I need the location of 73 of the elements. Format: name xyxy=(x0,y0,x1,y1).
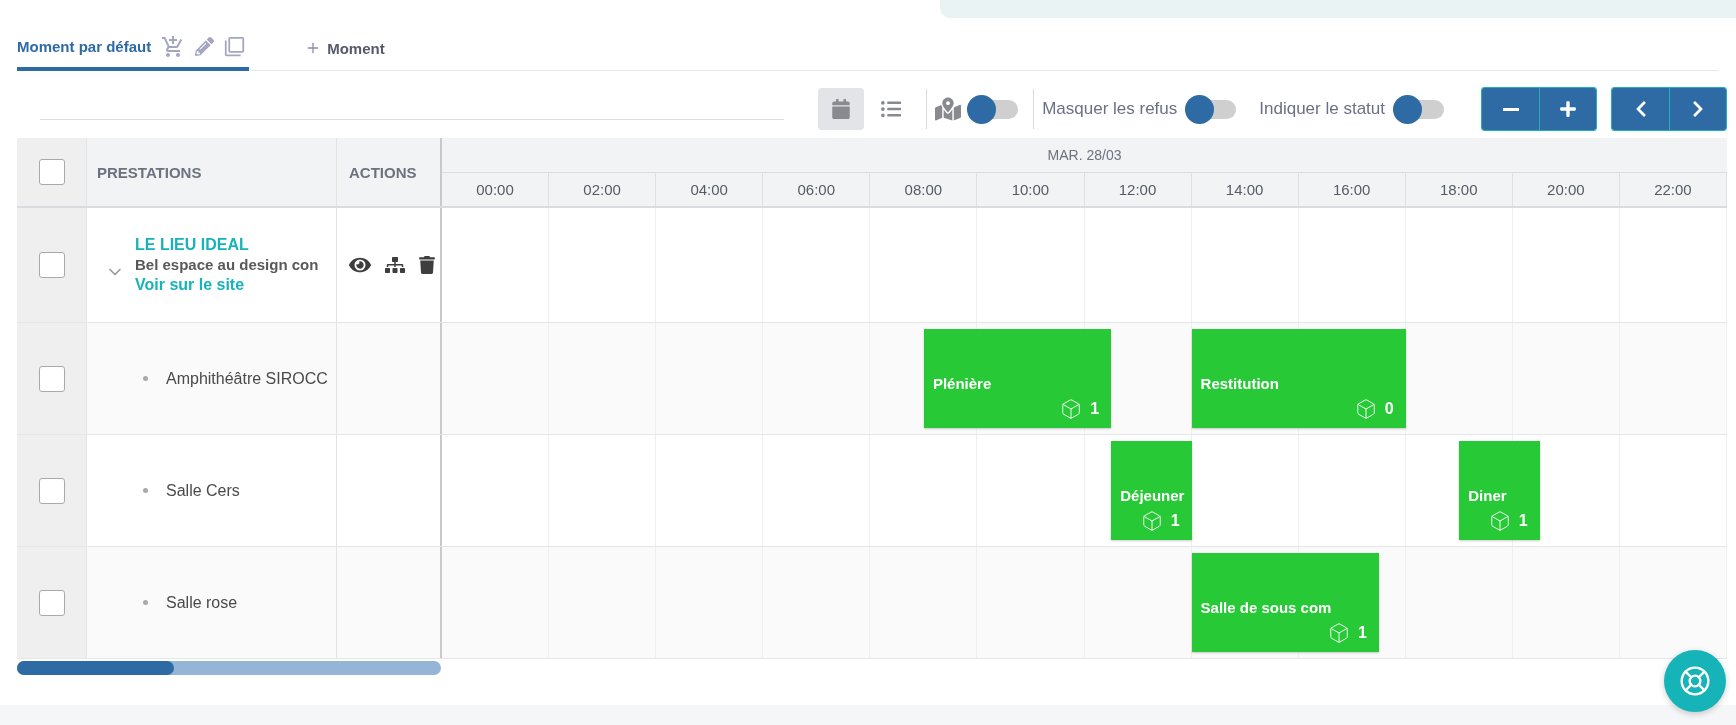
event-block[interactable]: Déjeuner 1 xyxy=(1111,441,1192,540)
next-button[interactable] xyxy=(1669,88,1726,130)
event-block[interactable]: Restitution 0 xyxy=(1191,329,1406,428)
zoom-out-button[interactable] xyxy=(1482,88,1539,130)
list-icon xyxy=(881,99,902,119)
hour-label: 10:00 xyxy=(977,173,1085,206)
venue-title: LE LIEU IDEAL xyxy=(135,235,250,255)
event-count: 0 xyxy=(1384,400,1394,418)
event-title: Salle de sous com xyxy=(1200,599,1333,616)
hierarchy-icon[interactable] xyxy=(384,255,405,275)
toggle-switch[interactable] xyxy=(1393,94,1445,124)
row-checkbox[interactable] xyxy=(38,365,65,392)
hour-label: 16:00 xyxy=(1298,173,1406,206)
event-block[interactable]: Salle de sous com 1 xyxy=(1191,553,1379,652)
venue-link[interactable]: Voir sur le site xyxy=(135,275,319,295)
add-moment-tab[interactable]: Moment xyxy=(305,32,385,70)
previous-button[interactable] xyxy=(1612,88,1669,130)
bullet xyxy=(143,488,148,493)
event-count: 1 xyxy=(1170,512,1180,530)
event-count: 1 xyxy=(1358,624,1367,642)
cube-icon xyxy=(1354,398,1377,420)
column-header: PRESTATIONS xyxy=(96,163,202,181)
hour-label: 06:00 xyxy=(763,173,871,206)
toggle-label: Masquer les refus xyxy=(1042,99,1178,119)
select-all-checkbox[interactable] xyxy=(38,159,65,185)
lifebuoy-icon xyxy=(1679,665,1711,697)
calendar-icon xyxy=(831,99,852,119)
minus-icon xyxy=(1502,107,1519,111)
map-toggle[interactable] xyxy=(967,94,1020,124)
date-header: MAR. 28/03 xyxy=(442,138,1727,173)
moment-tab[interactable]: Moment par défaut xyxy=(17,32,250,71)
hour-label: 18:00 xyxy=(1405,173,1513,206)
calendar-view-button[interactable] xyxy=(818,88,865,130)
hour-label: 12:00 xyxy=(1084,173,1192,206)
event-title: Diner xyxy=(1468,487,1508,504)
toggle-switch[interactable] xyxy=(1185,94,1238,124)
event-count: 1 xyxy=(1090,400,1100,418)
hour-label: 08:00 xyxy=(870,173,978,206)
venue-description: Bel espace au design con xyxy=(135,255,319,275)
row-checkbox[interactable] xyxy=(38,252,65,278)
event-block[interactable]: Plénière 1 xyxy=(923,329,1112,428)
copy-icon[interactable] xyxy=(224,36,246,57)
event-title: Restitution xyxy=(1200,375,1280,392)
hour-label: 20:00 xyxy=(1512,173,1620,206)
plus-icon xyxy=(1559,100,1577,118)
cube-icon xyxy=(1140,510,1163,532)
map-icon xyxy=(935,96,962,122)
event-title: Plénière xyxy=(932,375,993,392)
room-name: Amphithéâtre SIROCC xyxy=(166,369,328,388)
cube-icon xyxy=(1060,398,1083,420)
cube-icon xyxy=(1488,510,1511,532)
zoom-in-button[interactable] xyxy=(1539,88,1596,130)
toggle-label: Indiquer le statut xyxy=(1259,99,1385,119)
scrollbar-thumb[interactable] xyxy=(17,661,174,675)
event-title: Déjeuner xyxy=(1120,487,1183,504)
hour-label: 02:00 xyxy=(549,173,657,206)
event-block[interactable]: Diner 1 xyxy=(1459,441,1540,540)
cube-icon xyxy=(1328,622,1351,644)
horizontal-scrollbar[interactable] xyxy=(17,661,441,675)
edit-icon[interactable] xyxy=(195,37,215,56)
hour-label: 22:00 xyxy=(1619,173,1727,206)
column-header: ACTIONS xyxy=(349,163,417,181)
hour-label: 00:00 xyxy=(442,173,550,206)
room-name: Salle Cers xyxy=(166,481,240,500)
hour-label: 14:00 xyxy=(1191,173,1299,206)
bullet xyxy=(143,600,148,605)
event-count: 1 xyxy=(1518,512,1528,530)
row-checkbox[interactable] xyxy=(38,589,65,616)
delete-icon[interactable] xyxy=(418,256,436,274)
hour-label: 04:00 xyxy=(656,173,764,206)
bullet xyxy=(143,376,148,381)
room-name: Salle rose xyxy=(166,593,238,612)
row-checkbox[interactable] xyxy=(38,477,65,504)
